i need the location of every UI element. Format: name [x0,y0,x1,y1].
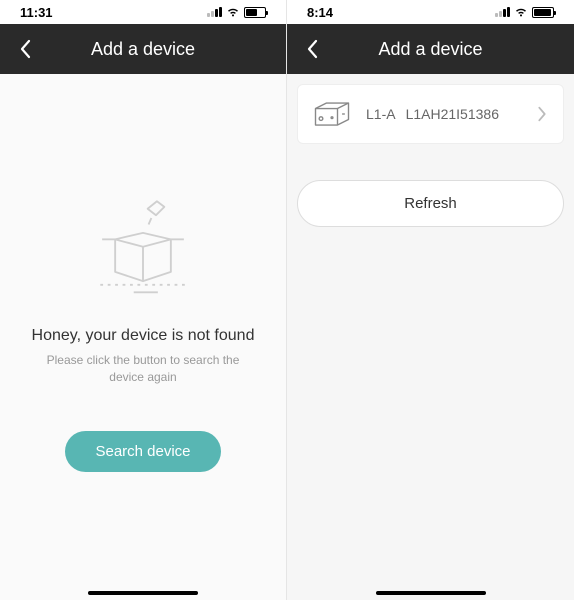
wifi-icon [514,7,528,18]
chevron-left-icon [305,39,319,59]
status-time: 8:14 [307,5,333,20]
empty-box-illustration [78,189,208,299]
search-device-button[interactable]: Search device [65,431,220,472]
back-button[interactable] [297,34,327,64]
device-model: L1-A [366,106,396,122]
refresh-button[interactable]: Refresh [297,180,564,227]
empty-state: Honey, your device is not found Please c… [0,74,286,600]
chevron-left-icon [18,39,32,59]
phone-screen-not-found: 11:31 Add a device [0,0,287,600]
cellular-signal-icon [495,7,510,17]
page-title: Add a device [287,39,574,60]
page-title: Add a device [0,39,286,60]
not-found-title: Honey, your device is not found [32,327,255,345]
home-indicator[interactable] [376,591,486,595]
device-list: L1-A L1AH21I51386 Refresh [287,74,574,600]
battery-icon [244,7,266,18]
not-found-subtitle: Please click the button to search the de… [38,352,248,386]
battery-icon [532,7,554,18]
back-button[interactable] [10,34,40,64]
chevron-right-icon [533,105,551,123]
status-indicators [495,7,554,18]
wifi-icon [226,7,240,18]
status-time: 11:31 [20,5,53,20]
phone-screen-device-found: 8:14 Add a device [287,0,574,600]
status-bar: 8:14 [287,0,574,24]
screen-header: Add a device [0,24,286,74]
status-indicators [207,7,266,18]
engraver-device-icon [310,99,354,129]
screen-header: Add a device [287,24,574,74]
home-indicator[interactable] [88,591,198,595]
status-bar: 11:31 [0,0,286,24]
device-serial: L1AH21I51386 [406,106,499,122]
device-list-item[interactable]: L1-A L1AH21I51386 [297,84,564,144]
cellular-signal-icon [207,7,222,17]
